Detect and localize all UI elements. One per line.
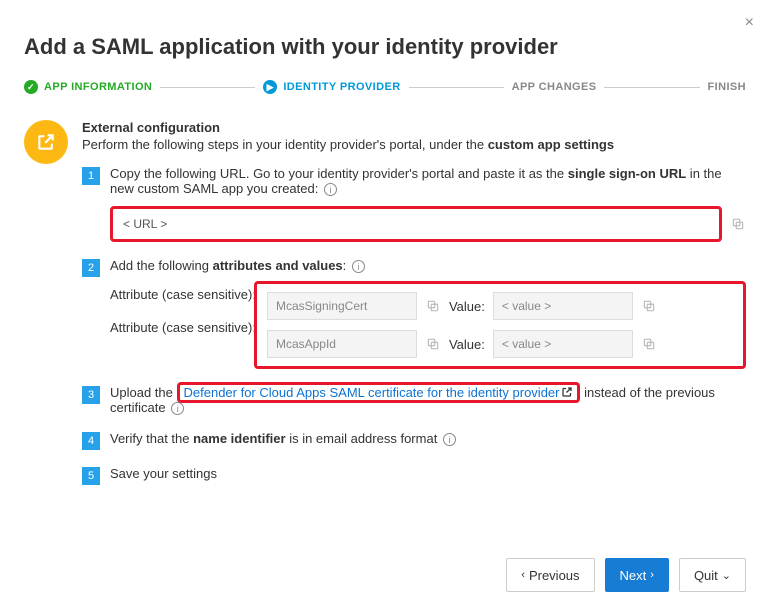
step-number: 2 xyxy=(82,259,100,277)
wizard-footer: ‹ Previous Next › Quit ⌄ xyxy=(506,558,746,592)
attribute-label: Attribute (case sensitive): xyxy=(110,320,256,335)
info-icon[interactable]: i xyxy=(443,433,456,446)
sso-url-field[interactable]: < URL > xyxy=(110,206,722,242)
copy-icon[interactable] xyxy=(425,298,441,314)
step-number: 5 xyxy=(82,467,100,485)
check-icon: ✓ xyxy=(24,80,38,94)
quit-button[interactable]: Quit ⌄ xyxy=(679,558,746,592)
wizard-stepper: ✓ APP INFORMATION ▶ IDENTITY PROVIDER AP… xyxy=(24,80,746,94)
section-heading: External configuration xyxy=(82,120,746,135)
copy-icon[interactable] xyxy=(641,336,657,352)
step-label: APP CHANGES xyxy=(512,81,597,93)
step-divider xyxy=(160,87,255,88)
instruction-step-2: 2 Add the following attributes and value… xyxy=(82,258,746,369)
copy-icon[interactable] xyxy=(425,336,441,352)
step-text: Copy the following URL. Go to your ident… xyxy=(110,166,722,196)
copy-icon[interactable] xyxy=(730,216,746,232)
step-app-information: ✓ APP INFORMATION xyxy=(24,80,152,94)
info-icon[interactable]: i xyxy=(171,402,184,415)
step-number: 4 xyxy=(82,432,100,450)
step-text: Upload the xyxy=(110,385,177,400)
step-identity-provider: ▶ IDENTITY PROVIDER xyxy=(263,80,400,94)
instruction-step-1: 1 Copy the following URL. Go to your ide… xyxy=(82,166,746,242)
info-icon[interactable]: i xyxy=(324,183,337,196)
step-text: Add the following attributes and values: xyxy=(110,258,350,273)
chevron-down-icon: ⌄ xyxy=(722,569,731,582)
attribute-name-input-1[interactable] xyxy=(267,292,417,320)
attribute-label: Attribute (case sensitive): xyxy=(110,287,256,302)
section-subtext: Perform the following steps in your iden… xyxy=(82,137,746,152)
step-number: 3 xyxy=(82,386,100,404)
step-divider xyxy=(604,87,699,88)
attribute-value-input-2[interactable] xyxy=(493,330,633,358)
saml-certificate-link[interactable]: Defender for Cloud Apps SAML certificate… xyxy=(184,385,560,400)
step-label: FINISH xyxy=(708,81,746,93)
step-label: IDENTITY PROVIDER xyxy=(283,81,400,93)
play-icon: ▶ xyxy=(263,80,277,94)
next-button[interactable]: Next › xyxy=(605,558,669,592)
previous-button[interactable]: ‹ Previous xyxy=(506,558,594,592)
value-label: Value: xyxy=(449,337,485,352)
instruction-step-4: 4 Verify that the name identifier is in … xyxy=(82,431,746,450)
close-icon[interactable]: × xyxy=(745,14,754,32)
step-text: Verify that the name identifier is in em… xyxy=(110,431,441,446)
copy-icon[interactable] xyxy=(641,298,657,314)
step-app-changes: APP CHANGES xyxy=(512,81,597,93)
step-number: 1 xyxy=(82,167,100,185)
info-icon[interactable]: i xyxy=(352,260,365,273)
instruction-step-3: 3 Upload the Defender for Cloud Apps SAM… xyxy=(82,385,746,415)
step-divider xyxy=(409,87,504,88)
step-finish: FINISH xyxy=(708,81,746,93)
external-link-badge-icon xyxy=(24,120,68,164)
chevron-left-icon: ‹ xyxy=(521,569,525,581)
chevron-right-icon: › xyxy=(650,569,654,581)
page-title: Add a SAML application with your identit… xyxy=(24,34,746,60)
attribute-value-input-1[interactable] xyxy=(493,292,633,320)
step-text: Save your settings xyxy=(110,466,217,481)
value-label: Value: xyxy=(449,299,485,314)
step-label: APP INFORMATION xyxy=(44,81,152,93)
external-link-icon xyxy=(561,386,573,398)
instruction-step-5: 5 Save your settings xyxy=(82,466,746,485)
attribute-name-input-2[interactable] xyxy=(267,330,417,358)
